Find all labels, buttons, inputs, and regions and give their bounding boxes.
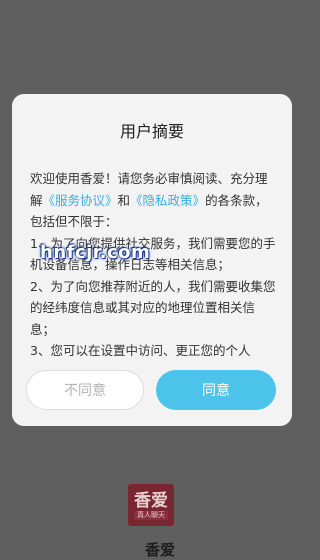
intro-and: 和 — [117, 192, 131, 208]
app-name: 香爱 — [144, 541, 175, 559]
app-logo: 香爱 真人聊天 — [128, 484, 174, 526]
logo-sub-text: 真人聊天 — [134, 510, 168, 520]
dialog-title: 用户摘要 — [119, 122, 184, 141]
logo-main-text: 香爱 — [134, 490, 168, 511]
watermark-text: hnfcjr.com — [40, 242, 151, 263]
dialog-actions: 不同意 同意 — [26, 370, 276, 412]
disagree-button[interactable]: 不同意 — [26, 370, 144, 410]
dialog-content[interactable]: 欢迎使用香爱！请您务必审慎阅读、充分理解《服务协议》和《隐私政策》的各条款，包括… — [30, 168, 276, 361]
clause-item-3: 3、您可以在设置中访问、更正您的个人 — [30, 343, 251, 358]
service-agreement-link[interactable]: 《服务协议》 — [43, 193, 118, 208]
intro-paragraph: 欢迎使用香爱！请您务必审慎阅读、充分理解《服务协议》和《隐私政策》的各条款，包括… — [30, 168, 276, 233]
clause-item-2: 2、为了向您推荐附近的人，我们需要收集您的经纬度信息或其对应的地理位置相关信息； — [30, 278, 276, 337]
privacy-policy-link[interactable]: 《隐私政策》 — [130, 193, 205, 208]
agree-button[interactable]: 同意 — [156, 370, 276, 410]
